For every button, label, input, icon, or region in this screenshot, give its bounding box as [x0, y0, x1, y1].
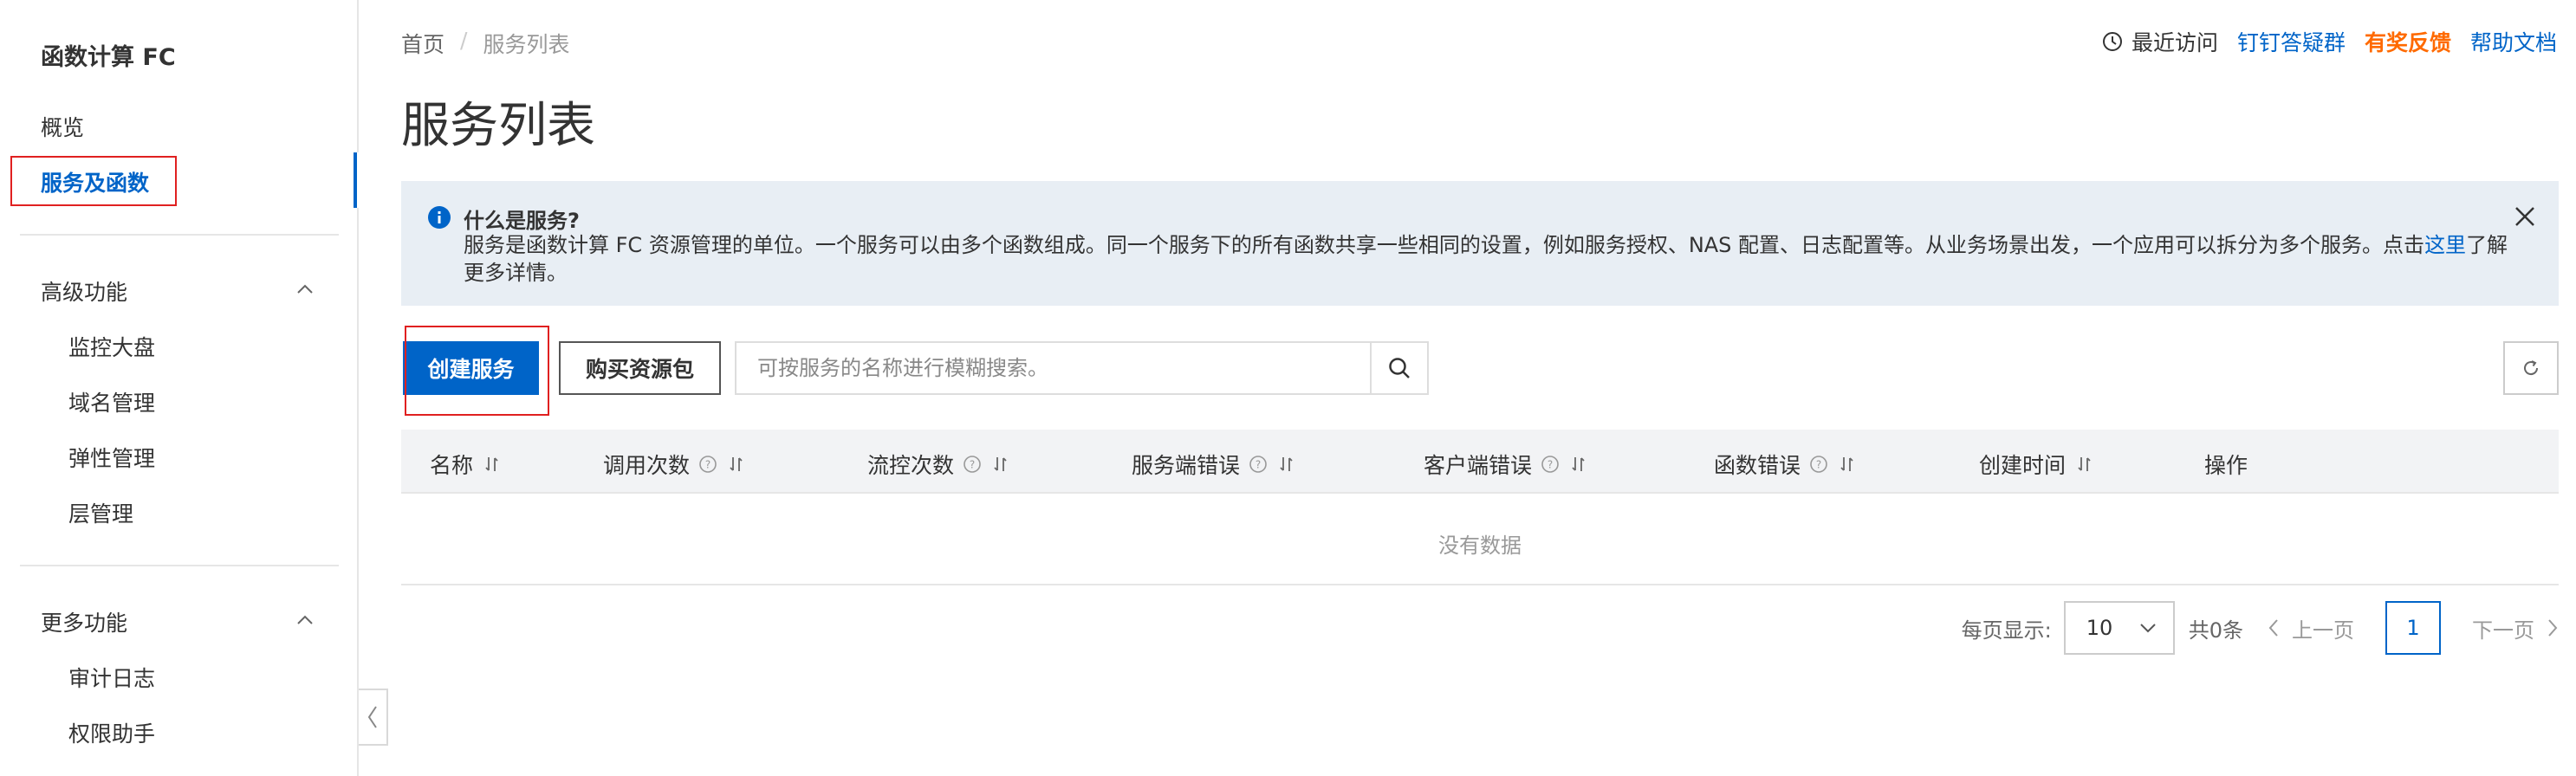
- search-icon: [1389, 358, 1410, 378]
- sort-icon[interactable]: [1276, 454, 1297, 475]
- column-header-actions: 操作: [2204, 453, 2248, 478]
- help-icon[interactable]: ?: [1541, 455, 1560, 474]
- sidebar-item-overview[interactable]: 概览: [41, 111, 84, 142]
- info-icon: [428, 206, 451, 229]
- recent-visits-link[interactable]: 最近访问: [2102, 26, 2218, 57]
- dingtalk-group-link[interactable]: 钉钉答疑群: [2237, 26, 2346, 57]
- recent-visits-label: 最近访问: [2131, 30, 2218, 55]
- table-header: 名称 调用次数 ? 流控次数 ? 服务端错误 ? 客户端错误 ? 函数错误 ? …: [401, 430, 2559, 494]
- highlight-box: [405, 326, 549, 416]
- svg-text:?: ?: [1548, 459, 1553, 471]
- sidebar-divider: [20, 234, 339, 236]
- sidebar-item-audit-log[interactable]: 审计日志: [68, 662, 155, 693]
- column-header-invocations[interactable]: 调用次数 ?: [603, 449, 747, 480]
- sidebar-item-domain-management[interactable]: 域名管理: [68, 386, 155, 417]
- sidebar-item-elastic-management[interactable]: 弹性管理: [68, 442, 155, 473]
- notice-here-link[interactable]: 这里: [2424, 233, 2466, 257]
- active-indicator: [354, 152, 357, 208]
- help-icon[interactable]: ?: [698, 455, 717, 474]
- prev-page-label: 上一页: [2292, 618, 2354, 643]
- notice-text: 服务是函数计算 FC 资源管理的单位。一个服务可以由多个函数组成。同一个服务下的…: [464, 233, 2425, 257]
- column-header-created-time[interactable]: 创建时间: [1979, 449, 2095, 480]
- page-size-value: 10: [2086, 616, 2113, 640]
- top-links: 最近访问 钉钉答疑群 有奖反馈 帮助文档: [2102, 26, 2557, 57]
- svg-text:?: ?: [970, 459, 975, 471]
- help-docs-link[interactable]: 帮助文档: [2470, 26, 2557, 57]
- prev-page-button[interactable]: 上一页: [2268, 613, 2354, 643]
- info-notice: 什么是服务? 服务是函数计算 FC 资源管理的单位。一个服务可以由多个函数组成。…: [401, 181, 2559, 306]
- refresh-button[interactable]: [2503, 341, 2559, 395]
- feedback-link[interactable]: 有奖反馈: [2365, 26, 2451, 57]
- sort-icon[interactable]: [726, 454, 747, 475]
- empty-state-text: 没有数据: [1438, 534, 1522, 558]
- page-number-current[interactable]: 1: [2385, 601, 2441, 655]
- notice-body: 服务是函数计算 FC 资源管理的单位。一个服务可以由多个函数组成。同一个服务下的…: [464, 231, 2508, 287]
- next-page-label: 下一页: [2472, 618, 2534, 643]
- search-button[interactable]: [1370, 343, 1427, 393]
- sort-icon[interactable]: [2074, 454, 2095, 475]
- chevron-down-icon: [2140, 624, 2156, 633]
- buy-resource-pack-button[interactable]: 购买资源包: [559, 341, 721, 395]
- sidebar-divider: [20, 565, 339, 566]
- pagination: 每页显示: 10 共0条 上一页 1 下一页: [1962, 601, 2559, 655]
- table-body: 没有数据: [401, 494, 2559, 585]
- highlight-box: [10, 156, 177, 206]
- sort-icon[interactable]: [482, 454, 503, 475]
- next-page-button[interactable]: 下一页: [2472, 613, 2559, 643]
- chevron-left-icon: [2268, 619, 2278, 637]
- search-box: [735, 341, 1429, 395]
- chevron-right-icon: [2548, 619, 2558, 637]
- breadcrumb-home[interactable]: 首页: [401, 28, 444, 59]
- sidebar-title: 函数计算 FC: [41, 44, 176, 71]
- refresh-icon: [2524, 360, 2539, 376]
- notice-title: 什么是服务?: [464, 209, 580, 233]
- column-header-server-errors[interactable]: 服务端错误 ?: [1132, 449, 1297, 480]
- svg-text:?: ?: [1816, 459, 1821, 471]
- column-header-client-errors[interactable]: 客户端错误 ?: [1424, 449, 1589, 480]
- per-page-label: 每页显示:: [1961, 618, 2052, 643]
- help-icon[interactable]: ?: [1249, 455, 1268, 474]
- help-icon[interactable]: ?: [963, 455, 982, 474]
- column-header-throttles[interactable]: 流控次数 ?: [867, 449, 1011, 480]
- chevron-up-icon[interactable]: [295, 279, 315, 300]
- chevron-left-icon: [367, 706, 377, 728]
- total-count: 共0条: [2188, 618, 2243, 643]
- help-icon[interactable]: ?: [1809, 455, 1828, 474]
- page-title: 服务列表: [401, 98, 595, 154]
- sort-icon[interactable]: [1568, 454, 1589, 475]
- sidebar-group-more[interactable]: 更多功能: [41, 606, 127, 637]
- breadcrumb-current: 服务列表: [483, 32, 570, 57]
- close-icon[interactable]: [2514, 205, 2536, 228]
- page-size-select[interactable]: 10: [2063, 601, 2175, 655]
- sidebar-collapse-handle[interactable]: [359, 689, 388, 746]
- sidebar-item-monitor-dashboard[interactable]: 监控大盘: [68, 331, 155, 362]
- chevron-up-icon[interactable]: [295, 610, 315, 630]
- sort-icon[interactable]: [990, 454, 1011, 475]
- svg-text:?: ?: [1256, 459, 1261, 471]
- sort-icon[interactable]: [1837, 454, 1858, 475]
- column-header-name[interactable]: 名称: [430, 449, 503, 480]
- sidebar-group-advanced[interactable]: 高级功能: [41, 275, 127, 307]
- sidebar-item-layer-management[interactable]: 层管理: [68, 497, 133, 528]
- clock-icon: [2102, 32, 2122, 51]
- sidebar: 函数计算 FC 概览 服务及函数 高级功能 监控大盘 域名管理 弹性管理 层管理…: [0, 0, 359, 776]
- search-input[interactable]: [736, 343, 1370, 393]
- sidebar-item-permission-assistant[interactable]: 权限助手: [68, 717, 155, 748]
- breadcrumb: 首页 / 服务列表: [401, 28, 569, 59]
- column-header-function-errors[interactable]: 函数错误 ?: [1714, 449, 1858, 480]
- breadcrumb-separator: /: [460, 28, 468, 53]
- svg-text:?: ?: [705, 459, 711, 471]
